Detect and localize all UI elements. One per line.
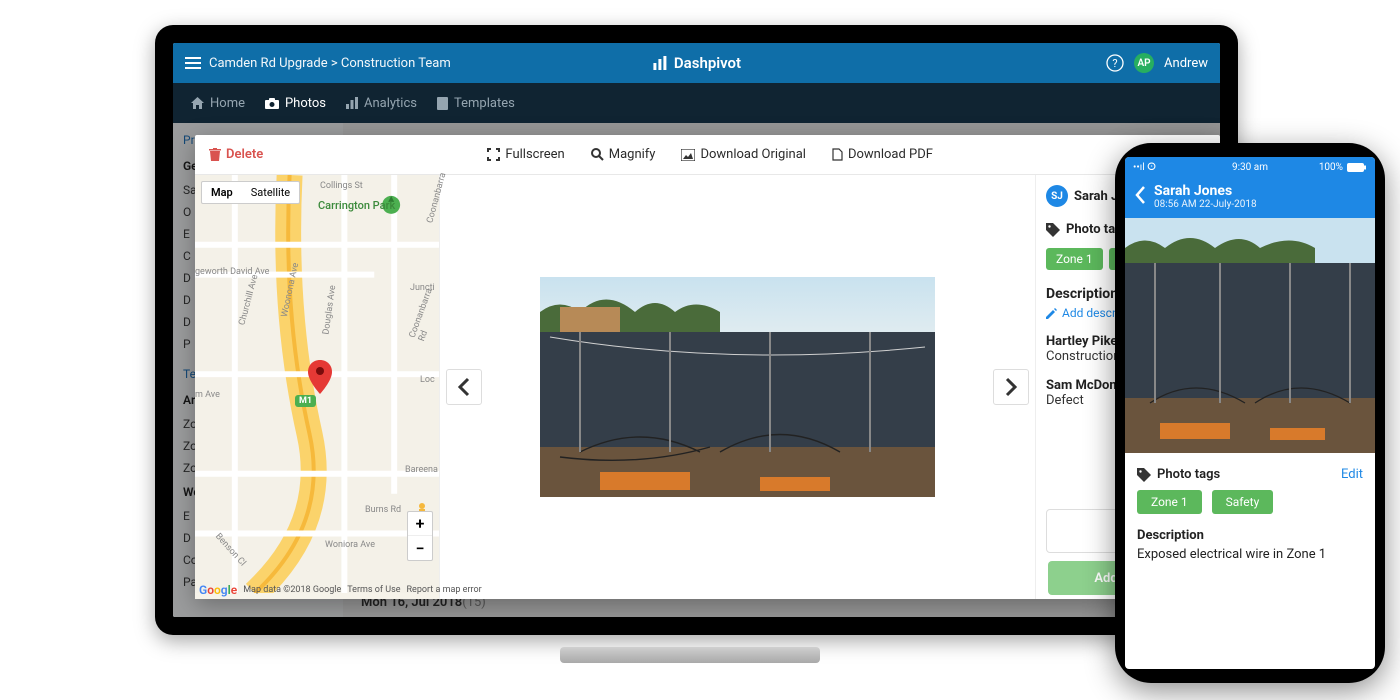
modal-toolbar: Delete Fullscreen Magnify Download Origi…	[195, 135, 1220, 175]
map-type-toggle: Map Satellite	[201, 181, 300, 204]
fullscreen-button[interactable]: Fullscreen	[487, 147, 564, 162]
map-street: Woniora Ave	[325, 540, 375, 550]
google-logo: Google	[199, 583, 237, 597]
tab-home[interactable]: Home	[191, 96, 245, 111]
map-label-park: Carrington Park	[318, 199, 395, 212]
menu-icon[interactable]	[185, 57, 201, 69]
phone-frame: ••ıl ⵙ 9:30 am 100% Sarah Jones 08:56 AM…	[1115, 143, 1385, 683]
tab-analytics[interactable]: Analytics	[346, 96, 417, 111]
desktop-screen: Camden Rd Upgrade > Construction Team Da…	[173, 43, 1220, 617]
monitor-frame: Camden Rd Upgrade > Construction Team Da…	[155, 25, 1238, 635]
map-street: m Ave	[195, 390, 220, 400]
zoom-out-button[interactable]: −	[408, 536, 432, 560]
mobile-tags-label: Photo tags	[1157, 467, 1220, 482]
brand-logo[interactable]: Dashpivot	[652, 54, 741, 72]
tag-icon	[1137, 468, 1151, 482]
magnify-button[interactable]: Magnify	[591, 147, 656, 162]
mobile-author: Sarah Jones	[1154, 183, 1257, 199]
prev-button[interactable]	[446, 369, 482, 405]
signal-icon: ••ıl ⵙ	[1133, 162, 1156, 173]
tab-templates[interactable]: Templates	[437, 96, 515, 111]
map-pin-icon	[308, 360, 332, 398]
download-original-button[interactable]: Download Original	[681, 147, 805, 162]
map-street: Collings St	[320, 181, 363, 191]
map-street: Loc	[420, 375, 435, 385]
photo-viewer	[440, 175, 1035, 599]
photo-modal: Delete Fullscreen Magnify Download Origi…	[195, 135, 1220, 599]
user-avatar[interactable]: AP	[1134, 53, 1154, 73]
svg-text:?: ?	[1112, 57, 1117, 70]
tag-icon	[1046, 223, 1060, 237]
map-type-satellite[interactable]: Satellite	[242, 182, 299, 203]
photo-image	[540, 277, 935, 497]
zoom-in-button[interactable]: +	[408, 512, 432, 536]
mobile-header: Sarah Jones 08:56 AM 22-July-2018	[1125, 177, 1375, 218]
map-street: Bareena	[405, 465, 438, 475]
monitor-stand	[560, 647, 820, 663]
back-button[interactable]	[1135, 186, 1146, 208]
map-zoom: + −	[407, 511, 433, 561]
mobile-desc-heading: Description	[1137, 528, 1363, 543]
tag-chip[interactable]: Zone 1	[1137, 490, 1202, 514]
tag-chip[interactable]: Safety	[1212, 490, 1274, 514]
mobile-timestamp: 08:56 AM 22-July-2018	[1154, 199, 1257, 210]
brand-name: Dashpivot	[674, 54, 741, 72]
download-pdf-button[interactable]: Download PDF	[832, 147, 933, 162]
edit-tags-button[interactable]: Edit	[1341, 467, 1363, 482]
comment-author: Hartley Pike	[1046, 334, 1117, 349]
nav-tabs: Home Photos Analytics Templates	[173, 83, 1220, 123]
phone-screen: ••ıl ⵙ 9:30 am 100% Sarah Jones 08:56 AM…	[1125, 157, 1375, 669]
status-bar: ••ıl ⵙ 9:30 am 100%	[1125, 157, 1375, 177]
tab-photos[interactable]: Photos	[265, 96, 326, 111]
user-name[interactable]: Andrew	[1164, 56, 1208, 71]
delete-button[interactable]: Delete	[209, 147, 263, 162]
map-attribution: Map data ©2018 Google	[243, 585, 341, 595]
tag-chip[interactable]: Zone 1	[1046, 248, 1103, 270]
author-avatar: SJ	[1046, 185, 1068, 207]
mobile-photo[interactable]	[1125, 218, 1375, 453]
map-street: Juncti	[410, 283, 435, 293]
mobile-desc-value: Exposed electrical wire in Zone 1	[1137, 547, 1363, 562]
map-street: Burns Rd	[365, 505, 401, 515]
breadcrumb[interactable]: Camden Rd Upgrade > Construction Team	[209, 56, 451, 71]
help-icon[interactable]: ?	[1106, 54, 1124, 72]
map-type-map[interactable]: Map	[202, 182, 242, 203]
app-header: Camden Rd Upgrade > Construction Team Da…	[173, 43, 1220, 83]
map-terms[interactable]: Terms of Use	[347, 585, 400, 595]
status-time: 9:30 am	[1232, 162, 1268, 173]
next-button[interactable]	[993, 369, 1029, 405]
map-panel[interactable]: Carrington Park Collings St Coonanbarra …	[195, 175, 440, 599]
battery-text: 100%	[1319, 162, 1343, 173]
